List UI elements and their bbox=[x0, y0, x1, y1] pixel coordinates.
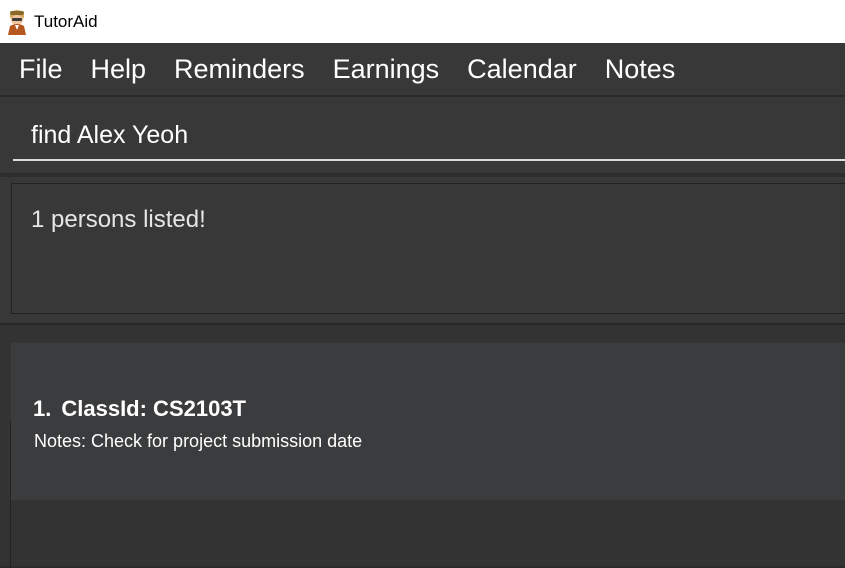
app-title: TutorAid bbox=[34, 11, 98, 31]
command-box bbox=[0, 97, 845, 173]
result-display[interactable]: 1 persons listed! bbox=[11, 183, 845, 314]
list-item[interactable]: 1. ClassId: CS2103T Notes: Check for pro… bbox=[11, 343, 845, 500]
window-titlebar: TutorAid bbox=[0, 0, 845, 43]
app-avatar-icon bbox=[8, 9, 26, 35]
menu-file[interactable]: File bbox=[5, 43, 77, 96]
menu-bar: File Help Reminders Earnings Calendar No… bbox=[0, 43, 845, 96]
person-list-panel[interactable]: 1. ClassId: CS2103T Notes: Check for pro… bbox=[0, 323, 845, 568]
menu-calendar[interactable]: Calendar bbox=[453, 43, 591, 96]
command-input[interactable] bbox=[13, 111, 845, 161]
menu-help[interactable]: Help bbox=[77, 43, 161, 96]
menu-earnings[interactable]: Earnings bbox=[319, 43, 454, 96]
result-panel: 1 persons listed! bbox=[0, 177, 845, 323]
card-title: 1. ClassId: CS2103T bbox=[33, 396, 246, 422]
menu-reminders[interactable]: Reminders bbox=[160, 43, 319, 96]
card-index: 1. bbox=[33, 396, 52, 421]
card-class-id: ClassId: CS2103T bbox=[61, 396, 246, 421]
menu-notes[interactable]: Notes bbox=[591, 43, 690, 96]
card-notes: Notes: Check for project submission date bbox=[34, 431, 363, 451]
result-message: 1 persons listed! bbox=[31, 206, 206, 233]
